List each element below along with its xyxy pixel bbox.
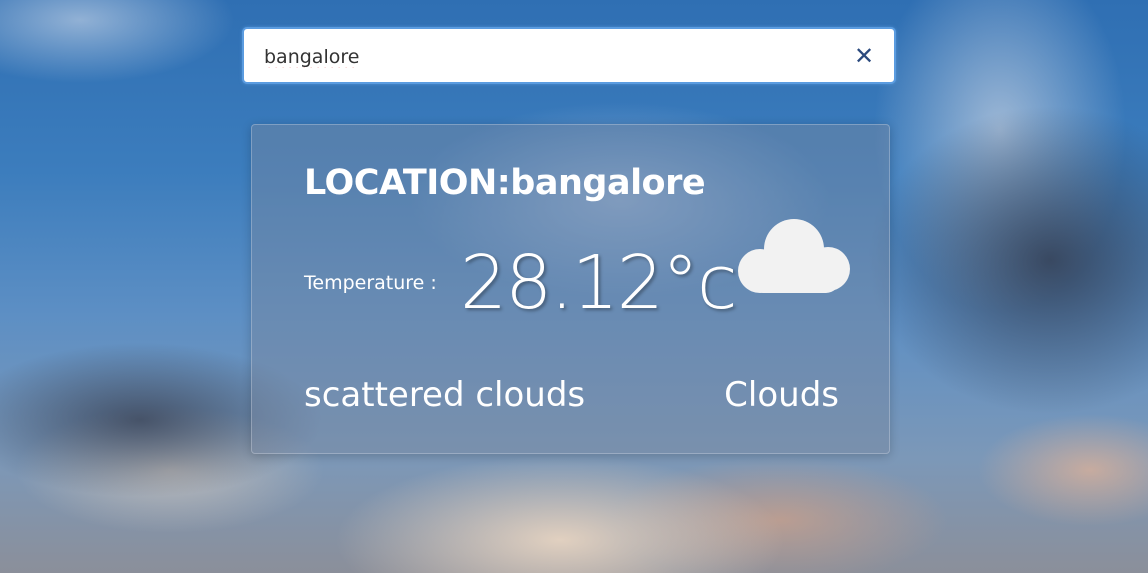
weather-card: LOCATION:bangalore Temperature : 28.12°c… xyxy=(251,124,890,454)
weather-condition: Clouds xyxy=(724,375,839,415)
cloud-icon xyxy=(738,219,850,293)
temperature-label: Temperature : xyxy=(304,272,437,294)
close-icon[interactable]: ✕ xyxy=(852,44,876,68)
temperature-value: 28.12°c xyxy=(460,240,738,326)
weather-description: scattered clouds xyxy=(304,375,586,415)
weather-app-page: ✕ LOCATION:bangalore Temperature : 28.12… xyxy=(0,0,1148,573)
location-title: LOCATION:bangalore xyxy=(304,163,706,203)
search-bar[interactable]: ✕ xyxy=(242,27,896,84)
search-input[interactable] xyxy=(264,42,824,72)
